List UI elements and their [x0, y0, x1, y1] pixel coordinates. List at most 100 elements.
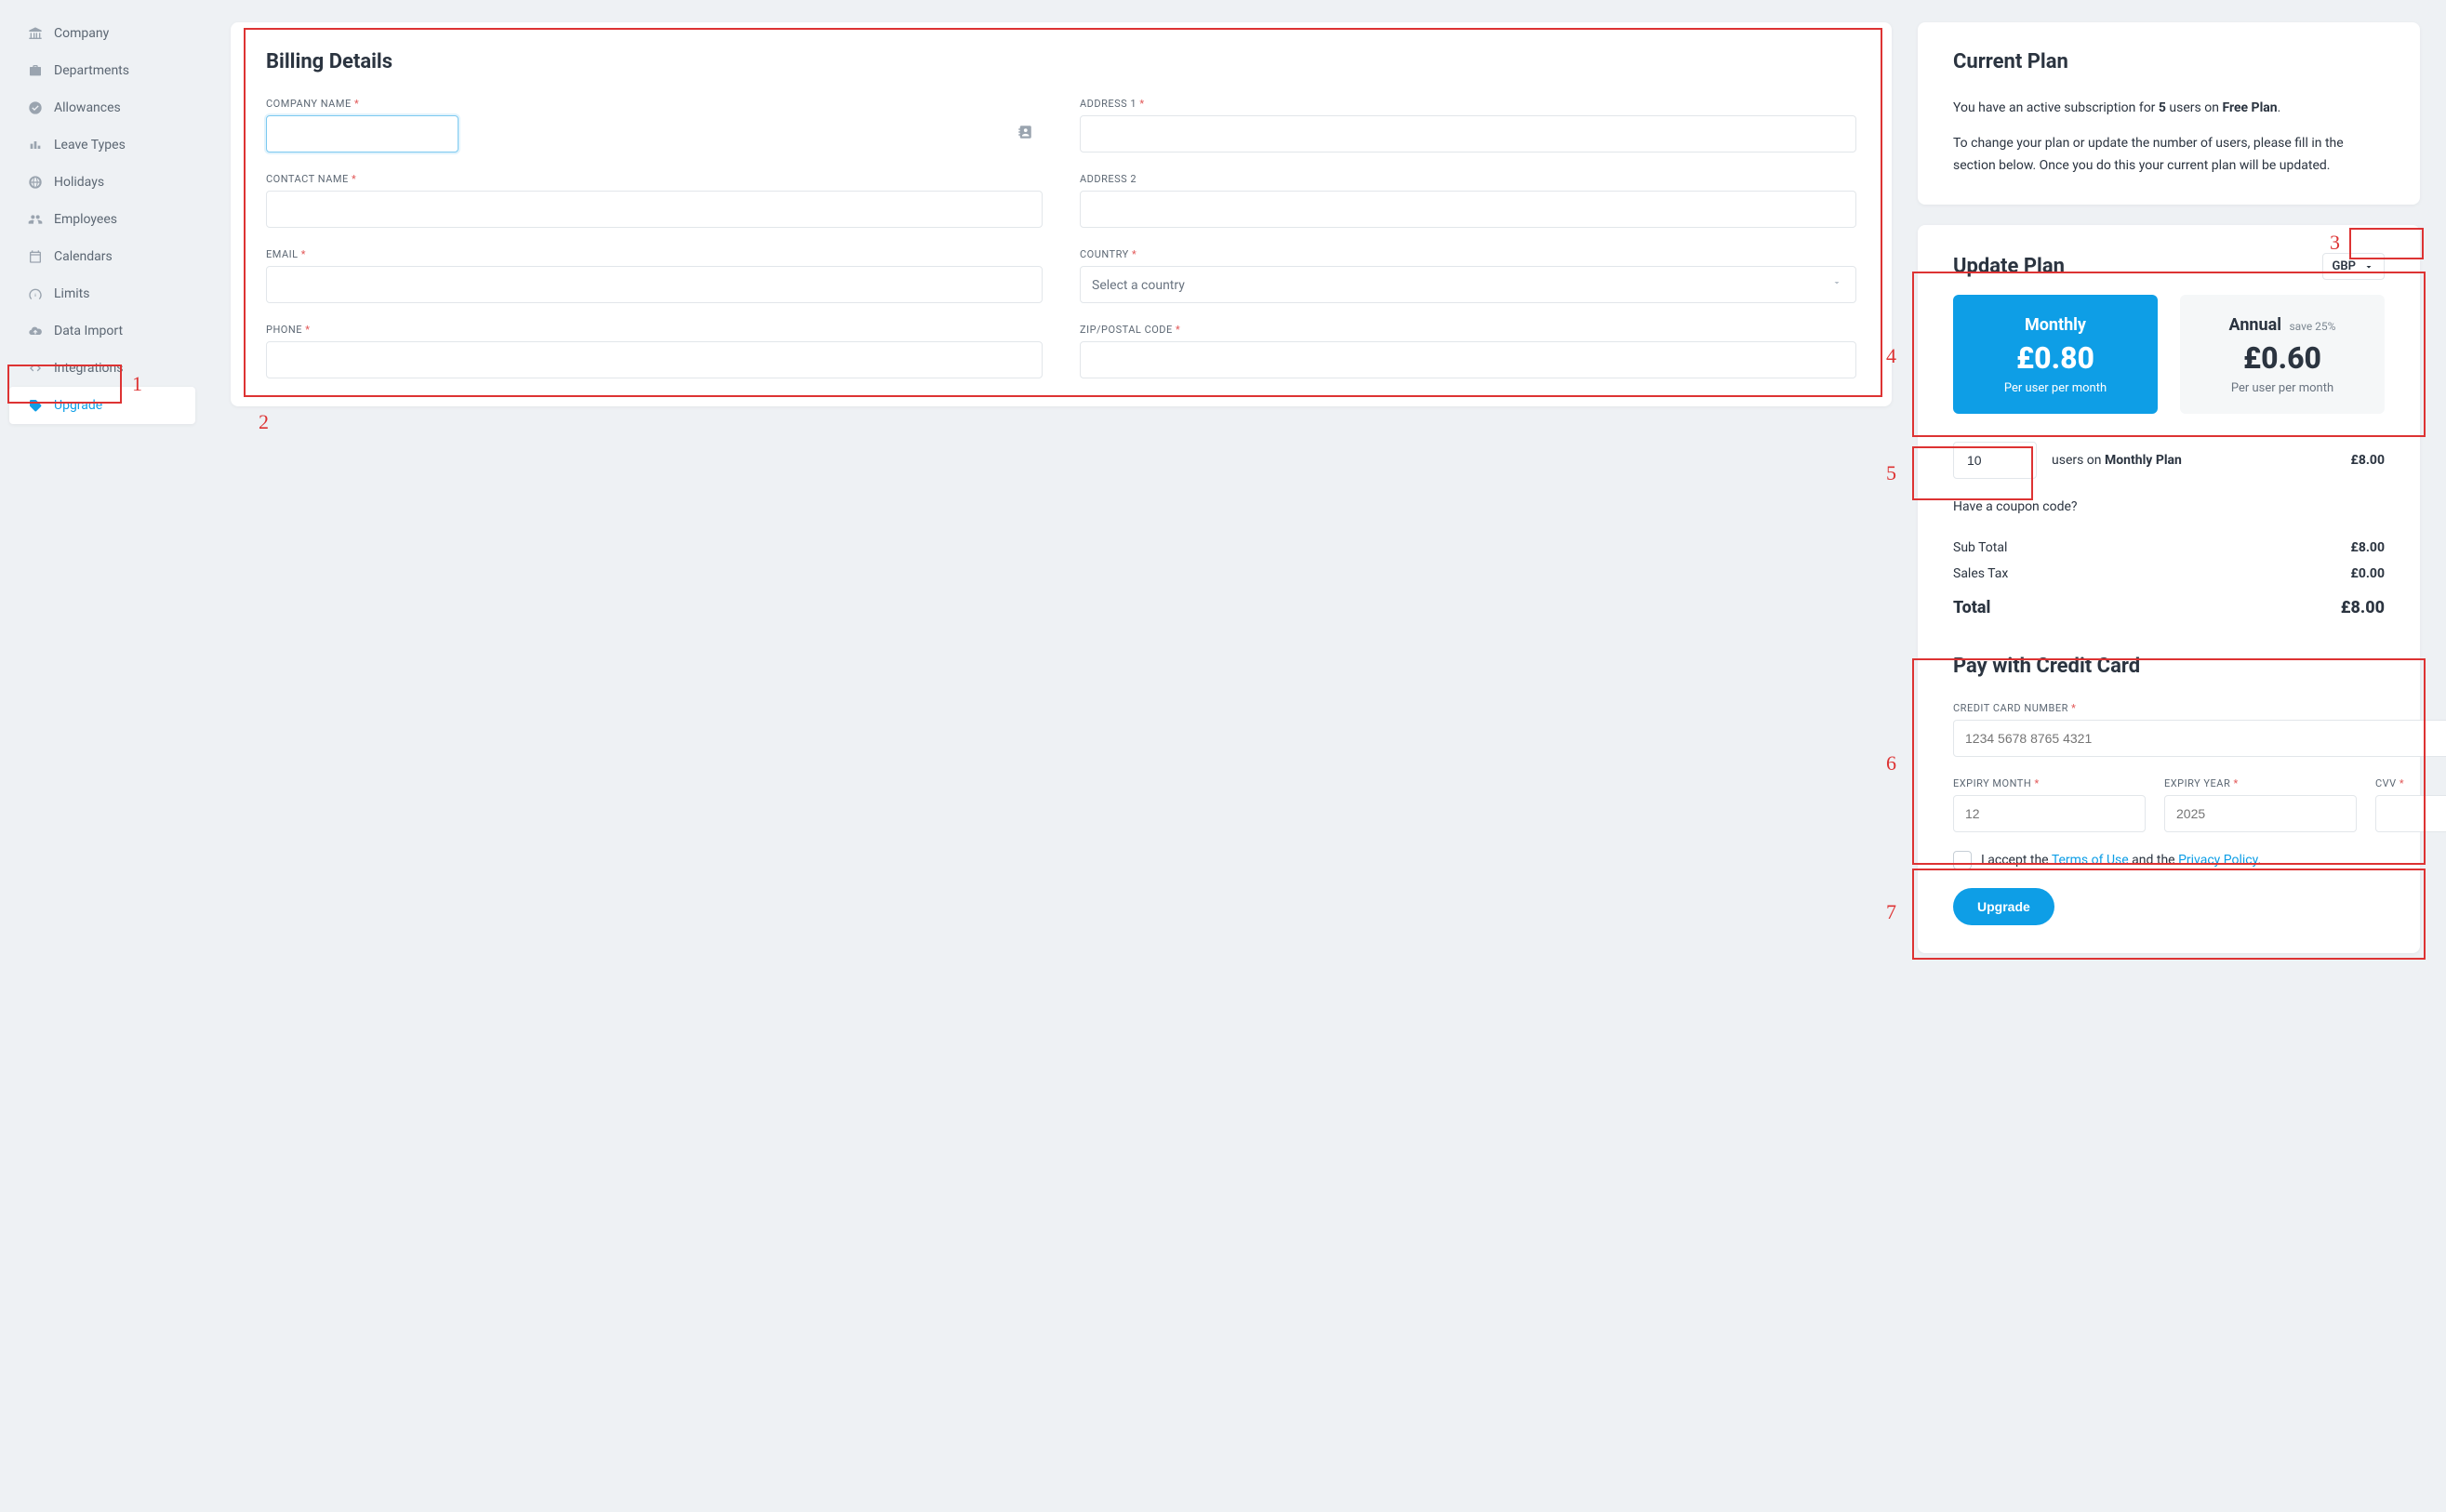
tag-icon [28, 398, 43, 413]
sidebar-item-label: Data Import [54, 324, 123, 338]
total-label: Total [1953, 598, 1990, 617]
annual-sub: Per user per month [2189, 381, 2375, 395]
cc-number-label: CREDIT CARD NUMBER * [1953, 702, 2446, 714]
address-book-icon [1017, 124, 1033, 144]
sidebar-item-label: Limits [54, 286, 89, 301]
subtotal-label: Sub Total [1953, 540, 2007, 555]
current-plan-title: Current Plan [1953, 50, 2385, 73]
address1-label: ADDRESS 1 * [1080, 98, 1856, 110]
users-on-text: users on Monthly Plan [2052, 453, 2182, 468]
billing-details-card: Billing Details COMPANY NAME * ADDRESS 1… [231, 22, 1892, 406]
payment-title: Pay with Credit Card [1953, 655, 2385, 678]
briefcase-icon [28, 63, 43, 78]
contact-name-input[interactable] [266, 191, 1043, 228]
address2-input[interactable] [1080, 191, 1856, 228]
current-plan-line1: You have an active subscription for 5 us… [1953, 98, 2385, 120]
monthly-price: £0.80 [1962, 340, 2148, 376]
expiry-year-input[interactable] [2164, 795, 2357, 832]
update-plan-card: Update Plan GBP Monthly £0.80 Per user p… [1918, 225, 2420, 953]
currency-select[interactable]: GBP [2322, 253, 2385, 280]
company-name-label: COMPANY NAME * [266, 98, 1043, 110]
sidebar-item-holidays[interactable]: Holidays [9, 164, 195, 201]
country-label: COUNTRY * [1080, 248, 1856, 260]
phone-input[interactable] [266, 341, 1043, 378]
annotation-num-6: 6 [1886, 751, 1896, 776]
contact-name-label: CONTACT NAME * [266, 173, 1043, 185]
update-plan-title: Update Plan [1953, 255, 2065, 278]
accept-checkbox[interactable] [1953, 851, 1972, 869]
monthly-sub: Per user per month [1962, 381, 2148, 395]
sidebar-item-label: Departments [54, 63, 129, 78]
sidebar-item-label: Upgrade [54, 398, 102, 413]
sidebar-item-label: Allowances [54, 100, 121, 115]
currency-value: GBP [2333, 259, 2356, 273]
check-circle-icon [28, 100, 43, 115]
chevron-down-icon [1831, 277, 1842, 292]
total-value: £8.00 [2341, 598, 2385, 617]
annual-title: Annual save 25% [2189, 315, 2375, 335]
accept-text: I accept the Terms of Use and the Privac… [1981, 853, 2261, 868]
current-plan-line2: To change your plan or update the number… [1953, 133, 2385, 178]
bank-icon [28, 26, 43, 41]
expiry-year-label: EXPIRY YEAR * [2164, 777, 2357, 789]
calendar-icon [28, 249, 43, 264]
annotation-num-7: 7 [1886, 900, 1896, 924]
sidebar-item-calendars[interactable]: Calendars [9, 238, 195, 275]
gauge-icon [28, 286, 43, 301]
tax-value: £0.00 [2351, 566, 2385, 581]
annotation-num-3: 3 [2330, 231, 2340, 255]
sidebar-item-label: Integrations [54, 361, 123, 376]
code-icon [28, 361, 43, 376]
terms-link[interactable]: Terms of Use [2052, 853, 2129, 868]
sidebar-item-limits[interactable]: Limits [9, 275, 195, 312]
sidebar-item-allowances[interactable]: Allowances [9, 89, 195, 126]
upgrade-button[interactable]: Upgrade [1953, 888, 2054, 925]
sidebar-item-label: Calendars [54, 249, 113, 264]
sidebar-item-integrations[interactable]: Integrations [9, 350, 195, 387]
globe-icon [28, 175, 43, 190]
zip-input[interactable] [1080, 341, 1856, 378]
expiry-month-label: EXPIRY MONTH * [1953, 777, 2146, 789]
email-input[interactable] [266, 266, 1043, 303]
users-icon [28, 212, 43, 227]
company-name-input[interactable] [266, 115, 459, 153]
sidebar-item-data-import[interactable]: Data Import [9, 312, 195, 350]
sidebar-item-leave-types[interactable]: Leave Types [9, 126, 195, 164]
monthly-plan-card[interactable]: Monthly £0.80 Per user per month [1953, 295, 2158, 414]
annual-price: £0.60 [2189, 340, 2375, 376]
chevron-down-icon [2363, 261, 2374, 272]
sidebar-item-label: Company [54, 26, 109, 41]
cc-number-input[interactable] [1953, 720, 2446, 757]
coupon-link[interactable]: Have a coupon code? [1953, 499, 2385, 514]
zip-label: ZIP/POSTAL CODE * [1080, 324, 1856, 336]
current-plan-card: Current Plan You have an active subscrip… [1918, 22, 2420, 205]
phone-label: PHONE * [266, 324, 1043, 336]
address1-input[interactable] [1080, 115, 1856, 153]
cvv-label: CVV * [2375, 777, 2446, 789]
sidebar-item-upgrade[interactable]: Upgrade [9, 387, 195, 424]
cloud-up-icon [28, 324, 43, 338]
tax-label: Sales Tax [1953, 566, 2008, 581]
sidebar-item-label: Leave Types [54, 138, 126, 153]
cvv-input[interactable] [2375, 795, 2446, 832]
sidebar-item-label: Holidays [54, 175, 104, 190]
privacy-link[interactable]: Privacy Policy [2178, 853, 2257, 868]
annual-plan-card[interactable]: Annual save 25% £0.60 Per user per month [2180, 295, 2385, 414]
annotation-num-2: 2 [259, 410, 269, 434]
monthly-title: Monthly [1962, 315, 2148, 335]
subtotal-value: £8.00 [2351, 540, 2385, 555]
sidebar-item-departments[interactable]: Departments [9, 52, 195, 89]
country-placeholder: Select a country [1092, 267, 1826, 304]
address2-label: ADDRESS 2 [1080, 173, 1856, 185]
sidebar: Company Departments Allowances Leave Typ… [0, 0, 205, 1512]
bars-icon [28, 138, 43, 153]
users-line-total: £8.00 [2351, 453, 2385, 468]
users-count-input[interactable] [1953, 442, 2037, 479]
country-select[interactable]: Select a country [1080, 266, 1856, 303]
sidebar-item-employees[interactable]: Employees [9, 201, 195, 238]
email-label: EMAIL * [266, 248, 1043, 260]
expiry-month-input[interactable] [1953, 795, 2146, 832]
sidebar-item-company[interactable]: Company [9, 15, 195, 52]
billing-title: Billing Details [266, 50, 1856, 73]
annotation-num-5: 5 [1886, 461, 1896, 485]
